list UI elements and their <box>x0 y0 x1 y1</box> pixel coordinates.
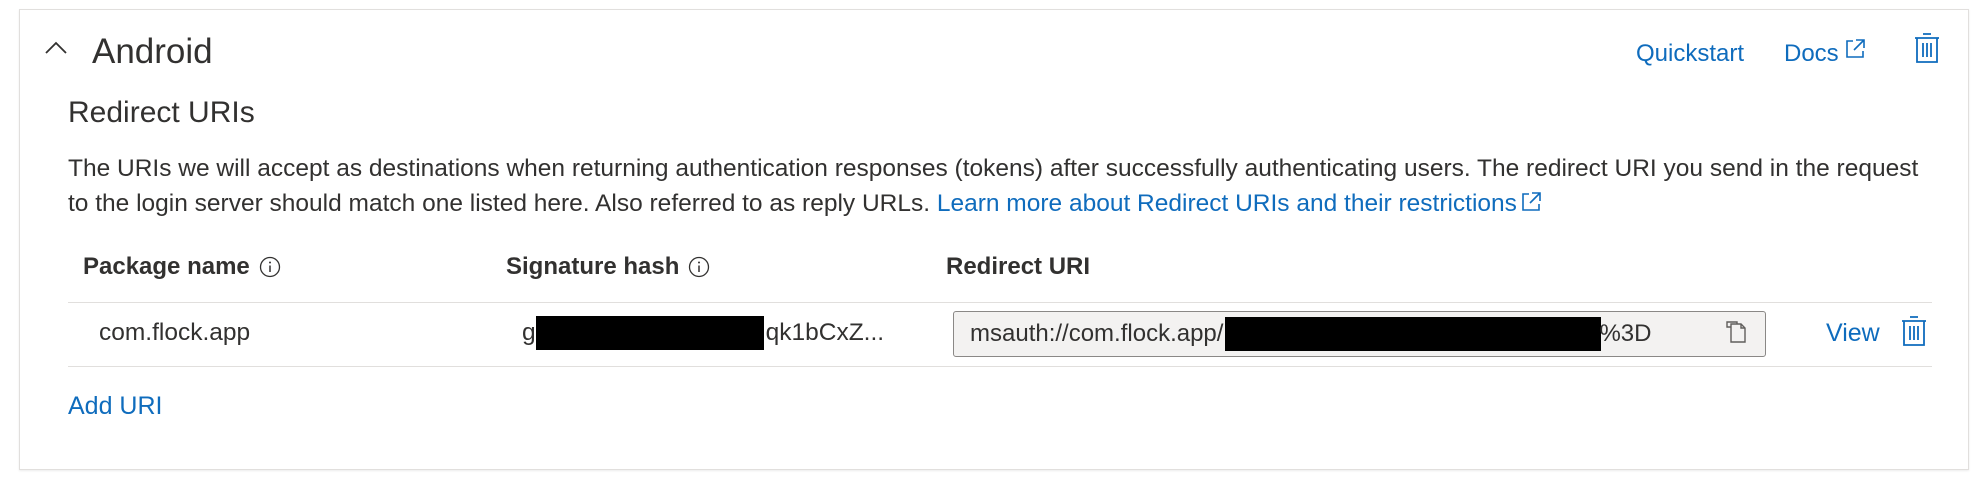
redirect-uris-title: Redirect URIs <box>68 96 255 129</box>
uri-prefix: msauth://com.flock.app/ <box>970 320 1224 347</box>
signature-hash-cell: g qk1bCxZ... <box>522 316 884 350</box>
docs-link[interactable]: Docs <box>1784 37 1867 71</box>
info-icon[interactable] <box>687 255 711 279</box>
view-link[interactable]: View <box>1826 316 1880 350</box>
docs-link-label: Docs <box>1784 40 1839 67</box>
copy-icon <box>1725 320 1747 351</box>
table-divider <box>68 366 1932 367</box>
delete-platform-button[interactable] <box>1910 30 1944 70</box>
redacted-block <box>1225 317 1602 351</box>
add-uri-link[interactable]: Add URI <box>68 389 162 423</box>
signature-suffix: qk1bCxZ... <box>765 319 885 346</box>
column-header-package-name: Package name <box>83 250 282 284</box>
quickstart-link[interactable]: Quickstart <box>1636 37 1744 71</box>
table-header: Package name Signature hash Redirect URI <box>68 244 1938 292</box>
package-name-cell: com.flock.app <box>99 319 251 346</box>
signature-prefix: g <box>522 319 536 346</box>
collapse-button[interactable] <box>38 32 74 68</box>
learn-more-label: Learn more about Redirect URIs and their… <box>936 190 1517 217</box>
redacted-block <box>535 316 764 350</box>
redirect-uri-value: msauth://com.flock.app/ %3D <box>970 317 1651 351</box>
chevron-up-icon <box>45 41 67 60</box>
copy-button[interactable] <box>1723 320 1749 351</box>
redirect-uri-field[interactable]: msauth://com.flock.app/ %3D <box>953 311 1766 357</box>
column-header-signature-hash: Signature hash <box>506 250 711 284</box>
android-platform-card: Android Quickstart Docs <box>19 9 1969 470</box>
uri-suffix: %3D <box>1599 320 1652 347</box>
trash-icon <box>1901 315 1927 352</box>
section-title: Android <box>92 32 213 71</box>
section-header: Android Quickstart Docs <box>20 10 1968 86</box>
package-name-header-label: Package name <box>83 253 250 280</box>
redirect-uri-header-label: Redirect URI <box>946 253 1091 280</box>
trash-icon <box>1914 32 1940 69</box>
external-link-icon <box>1519 189 1543 224</box>
delete-uri-button[interactable] <box>1898 313 1930 353</box>
external-link-icon <box>1843 37 1867 71</box>
table-row: com.flock.app g qk1bCxZ... msauth://com.… <box>68 303 1938 365</box>
redirect-uris-description: The URIs we will accept as destinations … <box>68 151 1938 224</box>
info-icon[interactable] <box>258 255 282 279</box>
signature-hash-header-label: Signature hash <box>506 253 680 280</box>
column-header-redirect-uri: Redirect URI <box>946 250 1090 284</box>
learn-more-link[interactable]: Learn more about Redirect URIs and their… <box>937 190 1543 217</box>
